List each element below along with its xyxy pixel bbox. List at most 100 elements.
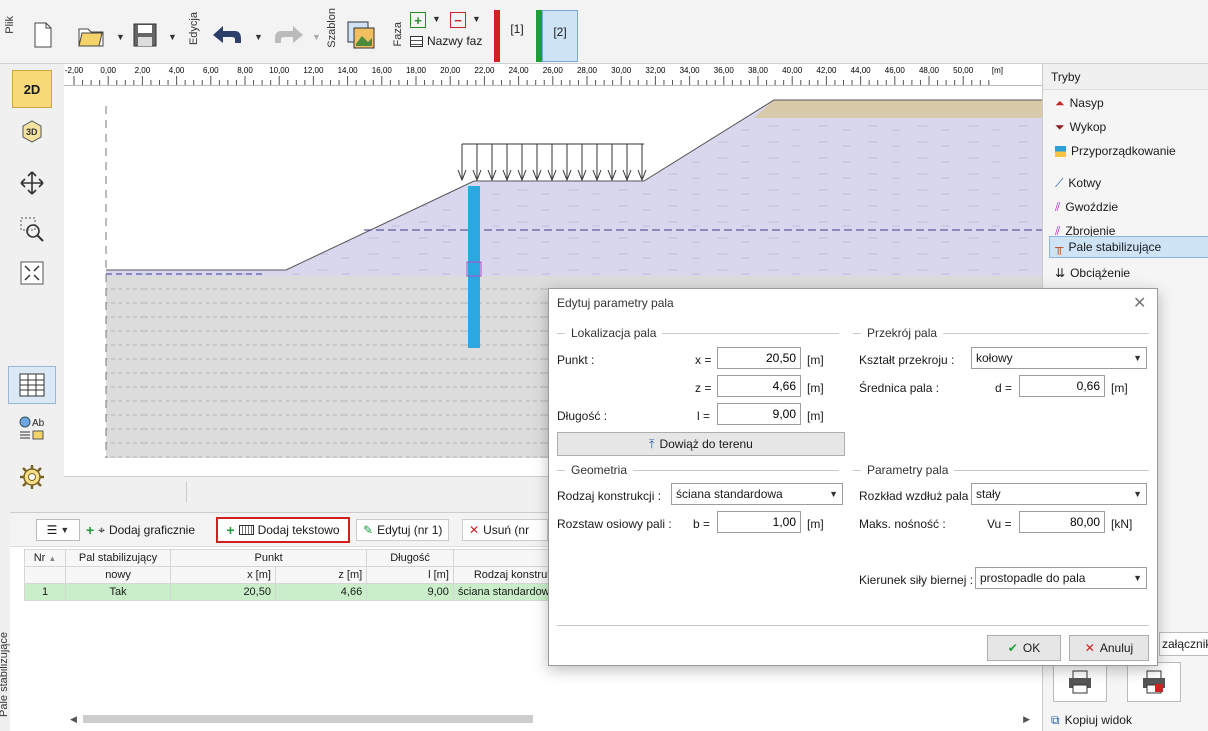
mode-label: Nasyp xyxy=(1069,96,1104,110)
x-unit: [m] xyxy=(807,353,824,367)
ruler-tick-label: 34,00 xyxy=(680,66,701,75)
view-3d-icon[interactable]: 3D xyxy=(8,112,56,150)
side-tab[interactable]: Pale stabilizujące xyxy=(0,512,10,731)
close-icon[interactable]: ✕ xyxy=(1133,293,1146,313)
chevron-down-icon[interactable]: ▼ xyxy=(472,14,481,24)
print-pdf-icon[interactable] xyxy=(1127,662,1181,702)
mode-gwozdzie[interactable]: ⫽ Gwoździe xyxy=(1055,196,1205,218)
redo-icon[interactable] xyxy=(272,22,308,48)
zoom-extents-icon[interactable] xyxy=(8,254,56,292)
l-label: l = xyxy=(697,409,711,423)
attach-to-terrain-button[interactable]: ⤒ Dowiąż do terenu xyxy=(557,432,845,456)
plus-icon: + xyxy=(226,522,235,538)
remove-phase-icon[interactable]: − xyxy=(450,12,466,28)
cell-l: 9,00 xyxy=(366,583,454,601)
passive-direction-select[interactable]: prostopadle do pala ▼ xyxy=(975,567,1147,589)
length-input[interactable] xyxy=(717,403,801,425)
table-view-icon[interactable] xyxy=(8,366,56,404)
template-icon[interactable] xyxy=(344,18,378,52)
spacing-input[interactable] xyxy=(717,511,801,533)
col-nr-sub xyxy=(23,566,67,584)
construction-type-select[interactable]: ściana standardowa ▼ xyxy=(671,483,843,505)
print-icon[interactable] xyxy=(1053,662,1107,702)
undo-icon[interactable] xyxy=(208,22,244,48)
save-icon[interactable] xyxy=(130,20,160,50)
phase-1-tab[interactable]: [1] xyxy=(506,14,528,44)
col-nr[interactable]: Nr ▲ xyxy=(23,549,67,567)
settings-gear-icon[interactable] xyxy=(8,458,56,496)
max-capacity-input[interactable] xyxy=(1019,511,1105,533)
mode-obciazenie[interactable]: ⇊ Obciążenie xyxy=(1055,262,1205,284)
add-phase-icon[interactable]: + xyxy=(410,12,426,28)
mode-przyporzadkowanie[interactable]: Przyporządkowanie xyxy=(1055,140,1205,162)
vu-label: Vu = xyxy=(987,517,1012,531)
mode-nasyp[interactable]: ⏶ Nasyp xyxy=(1055,92,1205,114)
menu-plik[interactable]: Plik xyxy=(4,16,16,34)
add-graphically-button[interactable]: + ⌖ Dodaj graficznie xyxy=(86,519,195,541)
phase-2-tab[interactable]: [2] xyxy=(542,10,578,62)
excavation-icon: ⏷ xyxy=(1055,119,1065,134)
add-text-label: Dodaj tekstowo xyxy=(257,523,340,537)
assign-icon xyxy=(1055,145,1066,157)
cell-x: 20,50 xyxy=(170,583,276,601)
chevron-down-icon[interactable]: ▼ xyxy=(116,32,125,42)
chevron-down-icon[interactable]: ▼ xyxy=(168,32,177,42)
scroll-thumb[interactable] xyxy=(82,715,533,723)
diameter-input[interactable] xyxy=(1019,375,1105,397)
load-arrow xyxy=(472,144,482,182)
diameter-label: Średnica pala : xyxy=(859,381,940,395)
col-x: x [m] xyxy=(170,566,276,584)
ruler-tick-label: 6,00 xyxy=(203,66,219,75)
menu-edycja[interactable]: Edycja xyxy=(188,12,200,45)
copy-view-button[interactable]: ⧉ Kopiuj widok xyxy=(1051,710,1201,730)
shape-select[interactable]: kołowy ▼ xyxy=(971,347,1147,369)
chevron-down-icon: ▼ xyxy=(60,525,70,535)
chevron-down-icon[interactable]: ▼ xyxy=(254,32,263,42)
distribution-select[interactable]: stały ▼ xyxy=(971,483,1147,505)
open-file-icon[interactable] xyxy=(76,20,106,50)
labels-ab-text: Ab xyxy=(32,418,45,429)
keyboard-icon xyxy=(238,525,254,535)
table-row[interactable]: 1 Tak 20,50 4,66 9,00 ściana standardowa xyxy=(23,583,585,601)
phase-names-button[interactable]: Nazwy faz xyxy=(410,34,482,48)
view-2d-button[interactable]: 2D xyxy=(12,70,52,108)
zoom-window-icon[interactable] xyxy=(8,210,56,248)
horizontal-scrollbar[interactable]: ◀ ▶ xyxy=(70,713,1030,725)
edit-button[interactable]: ✎ Edytuj (nr 1) xyxy=(356,519,450,541)
menu-faza[interactable]: Faza xyxy=(392,22,404,46)
cancel-button[interactable]: ✕ Anuluj xyxy=(1069,635,1149,661)
labels-icon[interactable]: Ab xyxy=(8,410,56,448)
chevron-down-icon[interactable]: ▼ xyxy=(312,32,321,42)
horizontal-ruler: -2,00 0,00 2,00 4,00 6,00 8,00 10,00 12,00 14,00… xyxy=(64,64,1042,86)
shape-value: kołowy xyxy=(976,351,1013,365)
mode-label: Pale stabilizujące xyxy=(1068,240,1162,254)
attachments-label[interactable]: załączników xyxy=(1159,632,1208,656)
col-punkt[interactable]: Punkt xyxy=(170,549,368,567)
col-pal[interactable]: Pal stabilizujący xyxy=(65,549,172,567)
nail-icon: ⫽ xyxy=(1055,199,1061,214)
add-textually-button[interactable]: + Dodaj tekstowo xyxy=(216,517,350,543)
side-tab-label: Pale stabilizujące xyxy=(0,632,10,717)
mode-wykop[interactable]: ⏷ Wykop xyxy=(1055,116,1205,138)
ruler-tick-label: 16,00 xyxy=(372,66,393,75)
ruler-tick-label: 10,00 xyxy=(269,66,290,75)
pan-icon[interactable] xyxy=(8,164,56,202)
chevron-down-icon[interactable]: ▼ xyxy=(432,14,441,24)
x-input[interactable] xyxy=(717,347,801,369)
table-icon xyxy=(410,35,423,47)
scroll-right-icon[interactable]: ▶ xyxy=(1023,714,1030,725)
delete-button[interactable]: ✕ Usuń (nr xyxy=(462,519,548,541)
menu-szablon[interactable]: Szablon xyxy=(326,8,338,48)
scroll-left-icon[interactable]: ◀ xyxy=(70,714,77,725)
mode-kotwy[interactable]: ⟋ Kotwy xyxy=(1055,172,1205,194)
ruler-tick-label: 32,00 xyxy=(645,66,666,75)
list-menu-button[interactable]: ☰ ▼ xyxy=(36,519,80,541)
mode-pale-stabilizujace[interactable]: ╥ Pale stabilizujące xyxy=(1049,236,1208,258)
new-file-icon[interactable] xyxy=(30,20,56,50)
load-arrow xyxy=(547,144,557,182)
ruler-tick-label: 44,00 xyxy=(851,66,872,75)
z-input[interactable] xyxy=(717,375,801,397)
ok-button[interactable]: ✔ OK xyxy=(987,635,1061,661)
col-dlugosc[interactable]: Długość xyxy=(366,549,454,567)
add-graph-label: Dodaj graficznie xyxy=(108,523,195,537)
